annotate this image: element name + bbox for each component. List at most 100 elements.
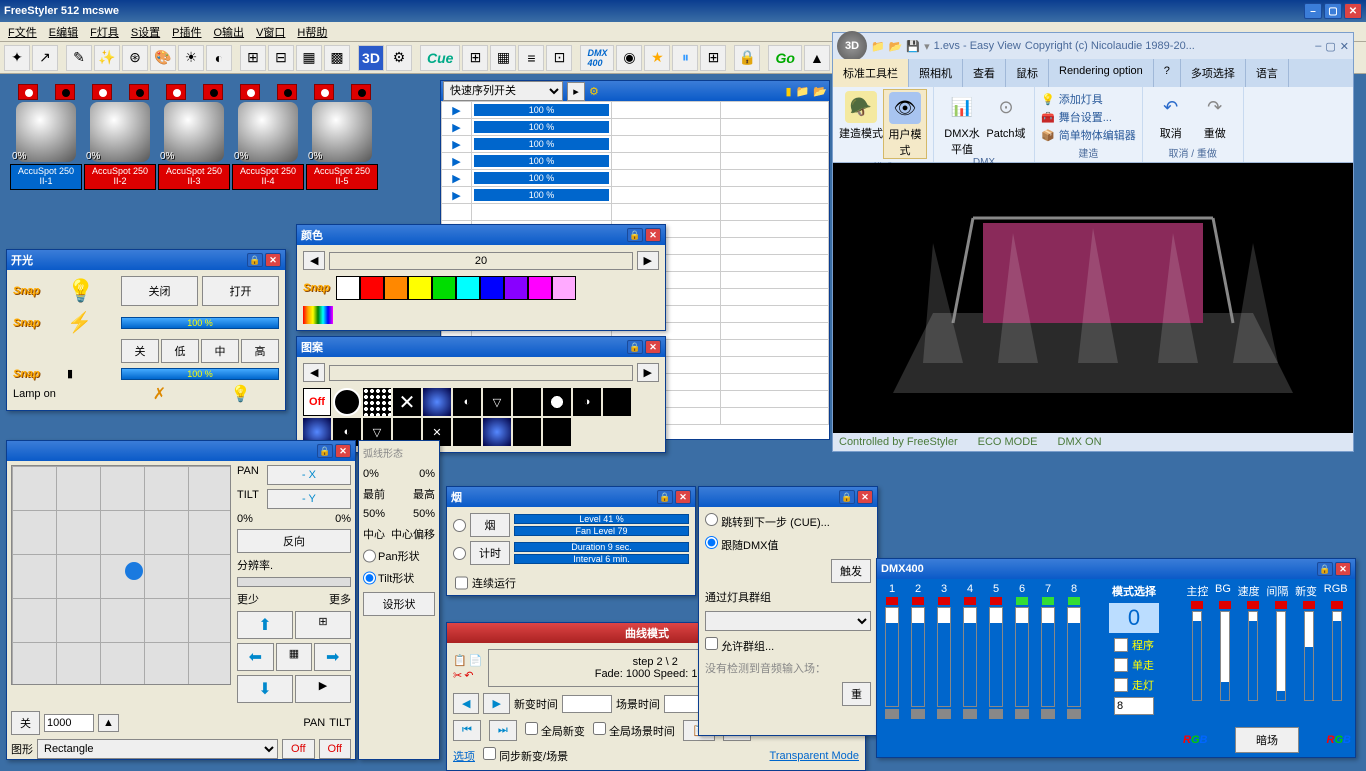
fixture-3[interactable]: 0% AccuSpot 250 II-3	[158, 84, 230, 194]
prev-gobo[interactable]: ◀	[303, 363, 325, 382]
dmx-level-button[interactable]: 📊DMX水平值	[940, 89, 984, 157]
panel-close[interactable]: ✕	[645, 340, 661, 354]
prev-step[interactable]: ◀	[453, 693, 479, 714]
panel-lock[interactable]: 🔒	[1317, 562, 1333, 576]
ev-close[interactable]: ✕	[1340, 40, 1349, 53]
menu-fixture[interactable]: F灯具	[86, 22, 123, 42]
transparent-link[interactable]: Transparent Mode	[770, 750, 859, 762]
gobo-8[interactable]	[543, 388, 571, 416]
group-select[interactable]	[705, 611, 871, 631]
first-step[interactable]: ⏮	[453, 720, 481, 741]
prev-color[interactable]: ◀	[303, 251, 325, 270]
panel-lock[interactable]: 🔒	[317, 444, 333, 458]
color-pink[interactable]	[552, 276, 576, 300]
pan-shape-radio[interactable]	[363, 548, 376, 564]
fixture-2[interactable]: 0% AccuSpot 250 II-2	[84, 84, 156, 194]
tool-grid4[interactable]: ▩	[324, 45, 350, 71]
tool-pen[interactable]: ✎	[66, 45, 92, 71]
bulb-small-icon[interactable]: 💡	[202, 384, 279, 404]
undo-button[interactable]: ↶取消	[1149, 89, 1193, 141]
close-button[interactable]: ✕	[1344, 3, 1362, 19]
cue-opt1[interactable]	[705, 513, 718, 526]
icon-2[interactable]: 📁	[796, 85, 810, 98]
speed-slider[interactable]	[1248, 611, 1258, 701]
tool-color[interactable]: 🎨	[150, 45, 176, 71]
panel-lock[interactable]: 🔒	[247, 253, 263, 267]
high-button[interactable]: 高	[241, 339, 279, 363]
gobo-5[interactable]: ◐	[453, 388, 481, 416]
fixture-1[interactable]: 0% AccuSpot 250 II-1	[10, 84, 82, 194]
add-fixture-button[interactable]: 💡添加灯具	[1041, 91, 1136, 107]
gobo-3[interactable]: ✕	[393, 388, 421, 416]
panel-lock[interactable]: 🔒	[627, 340, 643, 354]
revert-button[interactable]: 反向	[237, 529, 351, 553]
tool-grid3[interactable]: ▦	[296, 45, 322, 71]
mode-check-1[interactable]	[1114, 638, 1128, 652]
minimize-button[interactable]: –	[1304, 3, 1322, 19]
gobo-18[interactable]	[513, 418, 541, 446]
dmx-slider-1[interactable]	[885, 607, 899, 707]
panel-lock[interactable]: 🔒	[627, 228, 643, 242]
continuous-check[interactable]	[455, 575, 468, 591]
menu-plugin[interactable]: P插件	[168, 22, 205, 42]
panel-lock[interactable]: 🔒	[839, 490, 855, 504]
menu-output[interactable]: O输出	[210, 22, 249, 42]
tool-wand[interactable]: ✨	[94, 45, 120, 71]
tool-sun[interactable]: ☀	[178, 45, 204, 71]
strike-icon[interactable]: ✗	[121, 384, 198, 404]
tool-2[interactable]: ↗	[32, 45, 58, 71]
tab-mouse[interactable]: 鼠标	[1006, 59, 1049, 87]
panel-close[interactable]: ✕	[1335, 562, 1351, 576]
timer-radio[interactable]	[453, 547, 466, 560]
tool-go[interactable]: Go	[768, 45, 801, 71]
fade-input[interactable]	[562, 695, 612, 713]
tab-toolbar[interactable]: 标准工具栏	[833, 59, 909, 87]
simple-editor-button[interactable]: 📦简单物体编辑器	[1041, 127, 1136, 143]
next-step[interactable]: ▶	[483, 693, 509, 714]
panel-close[interactable]: ✕	[335, 444, 351, 458]
tab-render[interactable]: Rendering option	[1049, 59, 1154, 87]
level-slider[interactable]: Level 41 %	[514, 514, 689, 524]
panel-close[interactable]: ✕	[675, 490, 691, 504]
submaster-dropdown[interactable]: 快速序列开关	[443, 81, 563, 101]
panel-close[interactable]: ✕	[857, 490, 873, 504]
menu-window[interactable]: V窗口	[252, 22, 289, 42]
color-white[interactable]	[336, 276, 360, 300]
tool-pause[interactable]: ⏸	[672, 45, 698, 71]
last-step[interactable]: ⏭	[489, 720, 517, 741]
tool-gear[interactable]: ⚙	[386, 45, 412, 71]
build-mode-button[interactable]: 🪖建造模式	[839, 89, 883, 159]
smoke-button[interactable]: 烟	[470, 513, 510, 537]
tilt-off-button[interactable]: Off	[319, 739, 351, 759]
dmx-slider-7[interactable]	[1041, 607, 1055, 707]
panel-close[interactable]: ✕	[645, 228, 661, 242]
smoke-radio[interactable]	[453, 519, 466, 532]
tool-disc[interactable]: ◉	[616, 45, 642, 71]
gobo-6[interactable]: ▽	[483, 388, 511, 416]
reset-button[interactable]: 重	[842, 682, 871, 706]
next-gobo[interactable]: ▶	[637, 363, 659, 382]
timer-button[interactable]: 计时	[470, 541, 510, 565]
gobo-16[interactable]	[453, 418, 481, 446]
open-icon[interactable]: 📂	[889, 40, 903, 53]
gobo-1[interactable]	[333, 388, 361, 416]
pan-off-button[interactable]: Off	[282, 739, 314, 759]
stage-settings-button[interactable]: 🧰舞台设置...	[1041, 109, 1136, 125]
panel-close[interactable]: ✕	[265, 253, 281, 267]
select-link[interactable]: 选项	[453, 748, 475, 764]
dropdown-go[interactable]: ▸	[567, 82, 585, 101]
xy-pad[interactable]	[11, 465, 231, 685]
patch-button[interactable]: ⊙Patch域	[984, 89, 1028, 157]
tool-star[interactable]: ★	[644, 45, 670, 71]
dmx-slider-3[interactable]	[937, 607, 951, 707]
color-yellow[interactable]	[408, 276, 432, 300]
shape-select[interactable]: Rectangle	[37, 739, 278, 759]
tab-multisel[interactable]: 多项选择	[1181, 59, 1246, 87]
arrow-right[interactable]: ➡	[314, 643, 351, 671]
interval-slider[interactable]	[1276, 611, 1286, 701]
menu-edit[interactable]: E编辑	[45, 22, 82, 42]
gobo-19[interactable]	[543, 418, 571, 446]
tab-view[interactable]: 查看	[963, 59, 1006, 87]
gobo-7[interactable]	[513, 388, 541, 416]
trigger-button[interactable]: 触发	[831, 559, 871, 583]
